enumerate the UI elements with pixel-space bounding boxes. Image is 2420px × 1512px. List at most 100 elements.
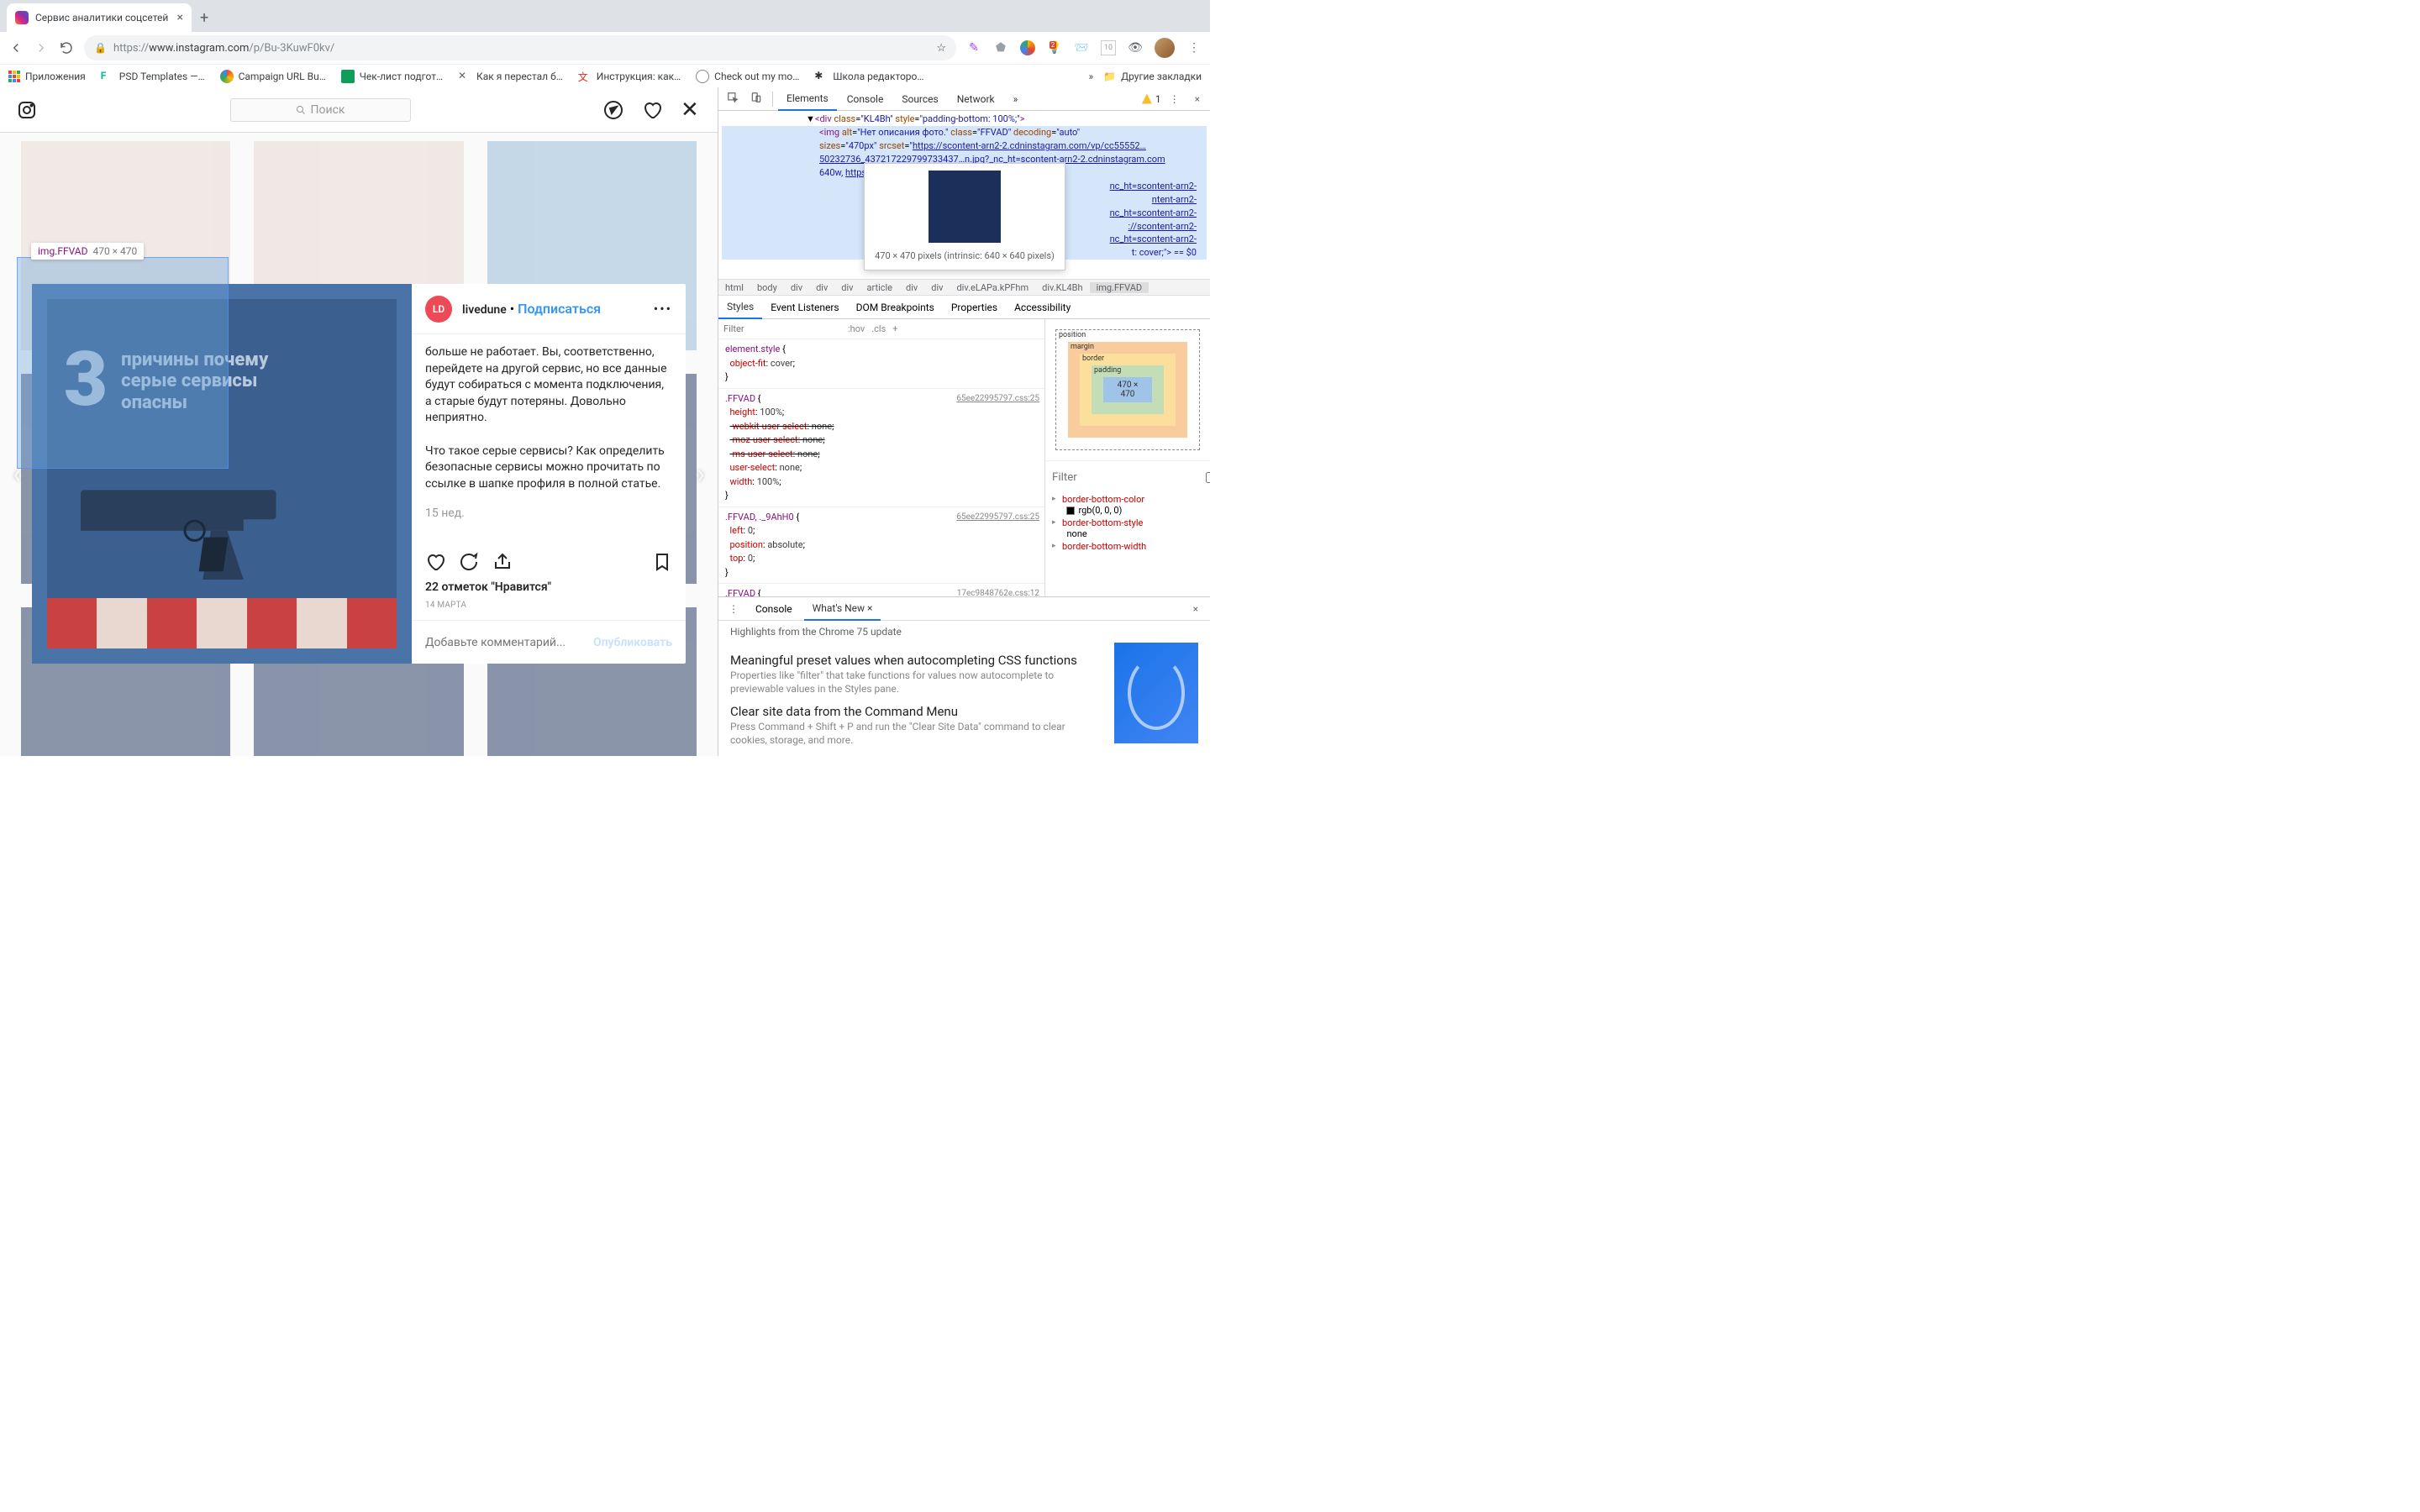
bookmarks-bar: Приложения FPSD Templates —… Campaign UR… [0, 64, 1210, 87]
bookmark-item[interactable]: Чек-лист подгот… [341, 70, 443, 83]
add-rule-icon[interactable]: + [892, 323, 897, 334]
reload-button[interactable] [59, 40, 74, 55]
network-tab[interactable]: Network [949, 88, 1003, 110]
drawer-console-tab[interactable]: Console [747, 598, 801, 620]
show-all-checkbox[interactable] [1206, 472, 1210, 483]
dom-breakpoints-tab[interactable]: DOM Breakpoints [848, 297, 943, 318]
new-tab-button[interactable]: + [192, 4, 217, 32]
bookmark-item[interactable]: 文Инструкция: как… [578, 70, 681, 83]
ext-icon-2[interactable]: ⬟ [993, 40, 1008, 55]
warnings-badge[interactable]: 1 [1142, 93, 1161, 105]
page-content: Поиск ✕ LIVEDUNE LIVEDUNE LIVEDUNE самос… [0, 87, 718, 756]
dom-tree[interactable]: ▼<div class="KL4Bh" style="padding-botto… [718, 111, 1210, 279]
address-bar[interactable]: 🔒 https://www.instagram.com/p/Bu-3KuwF0k… [84, 35, 956, 60]
toolbar-extensions: ✎ ⬟ 💡2 📨 10 👁 ⋮ [966, 38, 1202, 58]
inspect-tooltip: img.FFVAD 470 × 470 [31, 243, 144, 260]
close-tab-icon[interactable]: × [177, 11, 183, 24]
hov-toggle[interactable]: :hov [848, 323, 865, 334]
bookmark-item[interactable]: Check out my mo… [696, 70, 799, 83]
instagram-favicon [15, 11, 29, 24]
profile-avatar[interactable] [1155, 38, 1175, 58]
bookmark-item[interactable]: FPSD Templates —… [101, 70, 205, 83]
comment-input[interactable] [425, 636, 593, 649]
drawer-whatsnew-tab[interactable]: What's New × [804, 597, 881, 621]
image-preview-thumb [929, 171, 1001, 243]
styles-pane[interactable]: :hov .cls + element.style { object-fit: … [718, 319, 1045, 596]
bookmarks-overflow[interactable]: » [1089, 71, 1094, 82]
author-username[interactable]: livedune [462, 303, 507, 317]
back-button[interactable] [8, 40, 24, 55]
browser-toolbar: 🔒 https://www.instagram.com/p/Bu-3KuwF0k… [0, 32, 1210, 64]
bookmark-item[interactable]: ✱Школа редакторо… [814, 70, 923, 83]
instagram-navbar: Поиск ✕ [0, 87, 718, 133]
device-toggle-icon[interactable] [745, 88, 767, 109]
instagram-logo-icon[interactable] [17, 100, 37, 120]
release-note-heading[interactable]: Clear site data from the Command Menu [730, 704, 1101, 719]
heart-icon[interactable] [642, 100, 662, 120]
accessibility-tab[interactable]: Accessibility [1006, 297, 1079, 318]
apps-icon [8, 71, 20, 82]
other-bookmarks[interactable]: 📁Другие закладки [1103, 71, 1202, 82]
comment-form: Опубликовать [412, 620, 686, 664]
ext-icon-5[interactable]: 📨 [1074, 40, 1089, 55]
computed-filter-input[interactable] [1052, 471, 1201, 484]
box-model[interactable]: position margin border padding 470 × 470 [1045, 319, 1210, 460]
styles-tab[interactable]: Styles [718, 296, 762, 319]
release-note-heading[interactable]: Meaningful preset values when autocomple… [730, 653, 1101, 668]
inspect-highlight [17, 257, 229, 469]
devtools-drawer: ⋮ Console What's New × × Highlights from… [718, 596, 1210, 756]
lock-icon: 🔒 [94, 42, 107, 54]
ext-icon-6[interactable]: 10 [1101, 40, 1116, 55]
ext-icon-3[interactable] [1020, 40, 1035, 55]
menu-icon[interactable]: ⋮ [1186, 40, 1202, 55]
devtools-close-icon[interactable]: × [1188, 93, 1207, 105]
folder-icon: 📁 [1103, 71, 1116, 82]
console-tab[interactable]: Console [839, 88, 892, 110]
drawer-menu-icon[interactable]: ⋮ [723, 603, 744, 615]
browser-tab[interactable]: Сервис аналитики соцсетей × [7, 3, 192, 32]
star-icon[interactable]: ☆ [936, 42, 946, 55]
properties-tab[interactable]: Properties [943, 297, 1006, 318]
search-input[interactable]: Поиск [230, 98, 411, 122]
ext-icon-7[interactable]: 👁 [1128, 40, 1143, 55]
post-actions [412, 543, 686, 580]
likes-count[interactable]: 22 отметок "Нравится" [412, 580, 686, 601]
post-date: 14 МАРТА [412, 601, 686, 620]
computed-pane: position margin border padding 470 × 470 [1045, 319, 1210, 596]
inspect-element-icon[interactable] [722, 88, 744, 109]
explore-icon[interactable] [603, 100, 623, 120]
follow-button[interactable]: Подписаться [518, 301, 601, 317]
search-icon [296, 105, 306, 115]
close-modal-icon[interactable]: ✕ [681, 100, 701, 120]
share-icon[interactable] [492, 552, 513, 572]
more-tabs[interactable]: » [1005, 88, 1027, 110]
devtools-menu-icon[interactable]: ⋮ [1163, 93, 1186, 105]
gun-illustration [81, 472, 341, 581]
ext-icon-1[interactable]: ✎ [966, 40, 981, 55]
styles-tabs: Styles Event Listeners DOM Breakpoints P… [718, 296, 1210, 319]
sources-tab[interactable]: Sources [893, 88, 946, 110]
devtools-panel: Elements Console Sources Network » 1 ⋮ ×… [718, 87, 1210, 756]
close-icon[interactable]: × [867, 602, 872, 614]
apps-button[interactable]: Приложения [8, 71, 86, 82]
like-icon[interactable] [425, 552, 445, 572]
styles-filter-input[interactable] [723, 323, 841, 334]
post-caption: больше не работает. Вы, соответственно, … [412, 334, 686, 543]
ext-icon-4[interactable]: 💡2 [1047, 40, 1062, 55]
elements-tab[interactable]: Elements [778, 87, 837, 111]
author-avatar[interactable]: LD [425, 296, 452, 323]
image-hover-tooltip: 470 × 470 pixels (intrinsic: 640 × 640 p… [864, 163, 1065, 270]
more-options-icon[interactable]: ••• [654, 301, 672, 317]
publish-button[interactable]: Опубликовать [593, 636, 672, 649]
cls-toggle[interactable]: .cls [871, 323, 886, 334]
bookmark-item[interactable]: Campaign URL Bu… [220, 70, 326, 83]
save-icon[interactable] [652, 552, 672, 572]
release-note-image [1114, 643, 1198, 743]
dom-breadcrumb[interactable]: html body div div div article div div di… [718, 279, 1210, 296]
forward-button[interactable] [34, 40, 49, 55]
next-arrow[interactable]: › [684, 458, 718, 490]
event-listeners-tab[interactable]: Event Listeners [762, 297, 847, 318]
comment-icon[interactable] [459, 552, 479, 572]
bookmark-item[interactable]: ✕Как я перестал б… [458, 70, 563, 83]
drawer-close-icon[interactable]: × [1186, 603, 1205, 615]
